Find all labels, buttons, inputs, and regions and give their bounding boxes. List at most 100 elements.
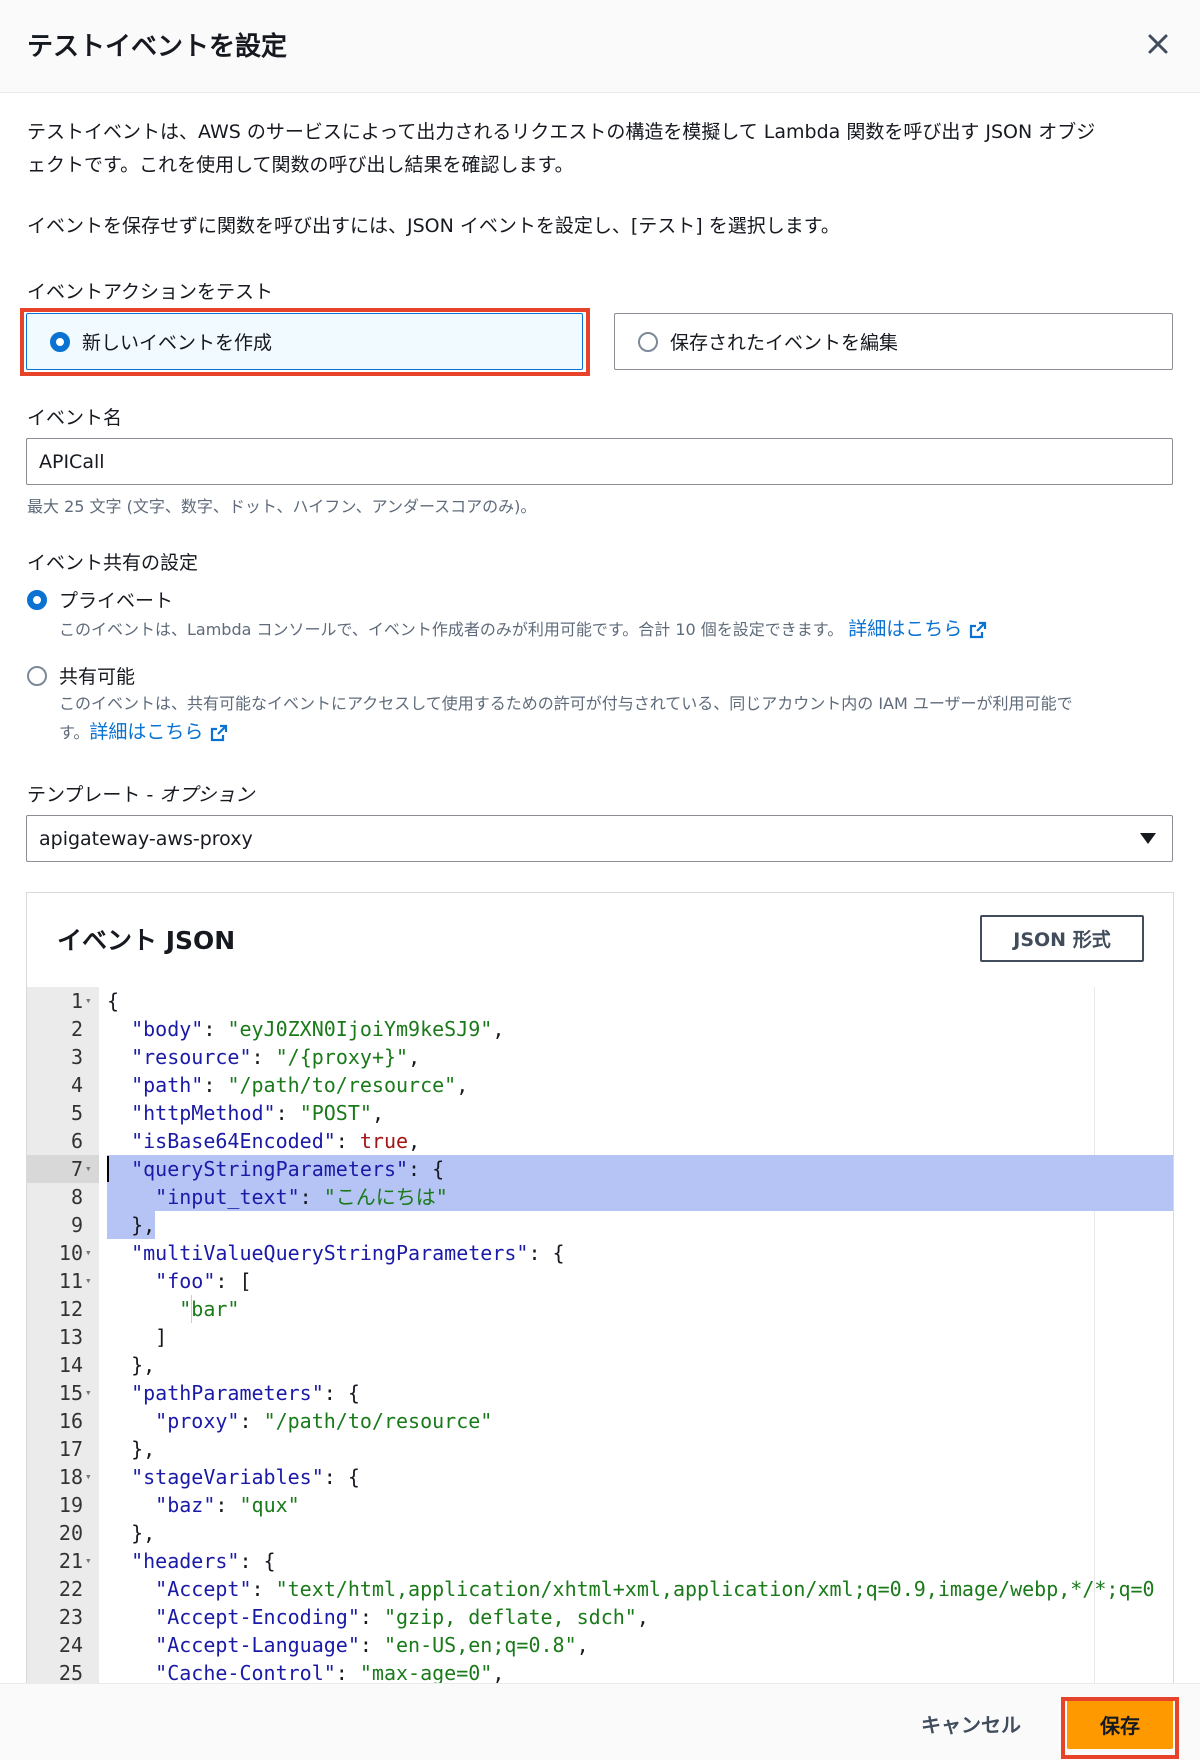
fold-toggle-icon[interactable]: ▾ bbox=[85, 1379, 92, 1407]
shared-link-text: 詳細はこちら bbox=[89, 721, 204, 743]
sharing-private-option[interactable]: プライベート bbox=[27, 586, 173, 613]
radio-private[interactable] bbox=[27, 589, 47, 610]
fold-toggle-icon[interactable]: ▾ bbox=[85, 1463, 92, 1491]
code-text: "foo": [ bbox=[155, 1269, 252, 1293]
code-line[interactable]: 23 "Accept-Encoding": "gzip, deflate, sd… bbox=[27, 1603, 1173, 1631]
modal-header: テストイベントを設定 bbox=[0, 0, 1200, 93]
save-button[interactable]: 保存 bbox=[1067, 1699, 1173, 1749]
shared-learn-more-link[interactable]: 詳細はこちら bbox=[89, 721, 229, 743]
sharing-shared-option[interactable]: 共有可能 bbox=[27, 662, 135, 689]
intro-line-2: ェクトです。これを使用して関数の呼び出し結果を確認します。 bbox=[27, 154, 574, 176]
code-text: }, bbox=[107, 1521, 156, 1545]
radio-edit-saved[interactable] bbox=[638, 331, 658, 352]
code-text: "Accept": "text/html,application/xhtml+x… bbox=[155, 1577, 1155, 1601]
line-number: 18 bbox=[58, 1465, 83, 1489]
external-link-icon bbox=[211, 724, 228, 741]
code-text: }, bbox=[107, 1437, 156, 1461]
line-number: 17 bbox=[58, 1437, 83, 1461]
line-number: 3 bbox=[70, 1045, 83, 1069]
code-line[interactable]: 7 ▾ "queryStringParameters": { bbox=[27, 1155, 1173, 1183]
code-line[interactable]: 14 }, bbox=[27, 1351, 1173, 1379]
shared-desc-line-1: このイベントは、共有可能なイベントにアクセスして使用するための許可が付与されてい… bbox=[59, 694, 1073, 713]
template-label: テンプレート - オプション bbox=[27, 780, 254, 807]
create-new-event-tile[interactable]: 新しいイベントを作成 bbox=[26, 313, 583, 370]
code-line[interactable]: 4 "path": "/path/to/resource", bbox=[27, 1071, 1173, 1099]
code-line[interactable]: 9 }, bbox=[27, 1211, 1173, 1239]
event-action-label: イベントアクションをテスト bbox=[27, 281, 274, 303]
template-select[interactable]: apigateway-aws-proxy bbox=[26, 815, 1173, 862]
code-line[interactable]: 10 ▾ "multiValueQueryStringParameters": { bbox=[27, 1239, 1173, 1267]
caret-down-icon bbox=[1140, 833, 1156, 844]
private-link-text: 詳細はこちら bbox=[848, 618, 963, 640]
event-name-label: イベント名 bbox=[27, 407, 123, 429]
code-text: "stageVariables": { bbox=[131, 1465, 360, 1489]
code-line[interactable]: 19 "baz": "qux" bbox=[27, 1491, 1173, 1519]
code-text: }, bbox=[107, 1353, 156, 1377]
code-line[interactable]: 5 "httpMethod": "POST", bbox=[27, 1099, 1173, 1127]
code-line[interactable]: 6 "isBase64Encoded": true, bbox=[27, 1127, 1173, 1155]
cancel-button[interactable]: キャンセル bbox=[906, 1702, 1036, 1744]
radio-shared[interactable] bbox=[27, 665, 47, 686]
json-format-button[interactable]: JSON 形式 bbox=[980, 915, 1144, 962]
edit-saved-event-tile[interactable]: 保存されたイベントを編集 bbox=[614, 313, 1173, 370]
code-line[interactable]: 20 }, bbox=[27, 1519, 1173, 1547]
line-number: 10 bbox=[58, 1241, 83, 1265]
event-json-panel: イベント JSON JSON 形式 1 ▾{2 "body": "eyJ0ZXN0… bbox=[26, 892, 1174, 1712]
code-line[interactable]: 15 ▾ "pathParameters": { bbox=[27, 1379, 1173, 1407]
line-number: 4 bbox=[70, 1073, 83, 1097]
sharing-label: イベント共有の設定 bbox=[27, 552, 199, 574]
code-line[interactable]: 12 "bar" bbox=[27, 1295, 1173, 1323]
code-line[interactable]: 1 ▾ { bbox=[27, 987, 1173, 1015]
code-text: "input_text": "こんにちは" bbox=[107, 1183, 1173, 1211]
json-code-editor[interactable]: 1 ▾{2 "body": "eyJ0ZXN0IjoiYm9keSJ9", 3 "r… bbox=[27, 987, 1173, 1712]
fold-toggle-icon[interactable]: ▾ bbox=[85, 1155, 92, 1183]
code-line[interactable]: 22 "Accept": "text/html,application/xhtm… bbox=[27, 1575, 1173, 1603]
code-text: "body": "eyJ0ZXN0IjoiYm9keSJ9", bbox=[131, 1017, 505, 1041]
edit-saved-label: 保存されたイベントを編集 bbox=[670, 332, 899, 354]
fold-toggle-icon[interactable]: ▾ bbox=[85, 987, 92, 1015]
code-line[interactable]: 24 "Accept-Language": "en-US,en;q=0.8", bbox=[27, 1631, 1173, 1659]
private-label: プライベート bbox=[59, 590, 174, 612]
code-text: "multiValueQueryStringParameters": { bbox=[131, 1241, 565, 1265]
event-name-input[interactable] bbox=[26, 438, 1173, 485]
intro-line-1: テストイベントは、AWS のサービスによって出力されるリクエストの構造を模擬して… bbox=[27, 121, 1096, 143]
intro-note: イベントを保存せずに関数を呼び出すには、JSON イベントを設定し、[テスト] … bbox=[27, 215, 840, 237]
code-line[interactable]: 8 "input_text": "こんにちは" bbox=[27, 1183, 1173, 1211]
line-number: 16 bbox=[58, 1409, 83, 1433]
code-text: "Accept-Encoding": "gzip, deflate, sdch"… bbox=[155, 1605, 649, 1629]
line-number: 8 bbox=[70, 1185, 83, 1209]
code-line[interactable]: 16 "proxy": "/path/to/resource" bbox=[27, 1407, 1173, 1435]
line-number: 7 bbox=[70, 1157, 83, 1181]
code-text: "isBase64Encoded": true, bbox=[131, 1129, 421, 1153]
code-text: "path": "/path/to/resource", bbox=[131, 1073, 469, 1097]
code-line[interactable]: 18 ▾ "stageVariables": { bbox=[27, 1463, 1173, 1491]
private-learn-more-link[interactable]: 詳細はこちら bbox=[848, 618, 988, 640]
code-text: "baz": "qux" bbox=[155, 1493, 300, 1517]
code-text: "bar" bbox=[179, 1297, 240, 1321]
code-line[interactable]: 17 }, bbox=[27, 1435, 1173, 1463]
code-text: "headers": { bbox=[131, 1549, 276, 1573]
code-line[interactable]: 3 "resource": "/{proxy+}", bbox=[27, 1043, 1173, 1071]
fold-toggle-icon[interactable]: ▾ bbox=[85, 1239, 92, 1267]
code-line[interactable]: 2 "body": "eyJ0ZXN0IjoiYm9keSJ9", bbox=[27, 1015, 1173, 1043]
close-icon[interactable] bbox=[1140, 26, 1176, 62]
code-line[interactable]: 13 ] bbox=[27, 1323, 1173, 1351]
code-line[interactable]: 21 ▾ "headers": { bbox=[27, 1547, 1173, 1575]
fold-toggle-icon[interactable]: ▾ bbox=[85, 1267, 92, 1295]
line-number: 21 bbox=[58, 1549, 83, 1573]
shared-desc-line-2: す。 bbox=[59, 723, 90, 742]
line-number: 14 bbox=[58, 1353, 83, 1377]
template-select-value: apigateway-aws-proxy bbox=[39, 827, 253, 850]
code-text: "proxy": "/path/to/resource" bbox=[155, 1409, 493, 1433]
intro-description: テストイベントは、AWS のサービスによって出力されるリクエストの構造を模擬して… bbox=[27, 116, 1177, 182]
line-number: 12 bbox=[58, 1297, 83, 1321]
line-number: 2 bbox=[70, 1017, 83, 1041]
radio-create-new[interactable] bbox=[50, 331, 70, 352]
code-text: }, bbox=[107, 1211, 156, 1239]
event-json-title: イベント JSON bbox=[57, 926, 236, 955]
shared-description: このイベントは、共有可能なイベントにアクセスして使用するための許可が付与されてい… bbox=[59, 690, 1174, 747]
private-desc-text: このイベントは、Lambda コンソールで、イベント作成者のみが利用可能です。合… bbox=[59, 620, 844, 639]
fold-toggle-icon[interactable]: ▾ bbox=[85, 1547, 92, 1575]
code-line[interactable]: 11 ▾ "foo": [ bbox=[27, 1267, 1173, 1295]
code-text: "pathParameters": { bbox=[131, 1381, 360, 1405]
